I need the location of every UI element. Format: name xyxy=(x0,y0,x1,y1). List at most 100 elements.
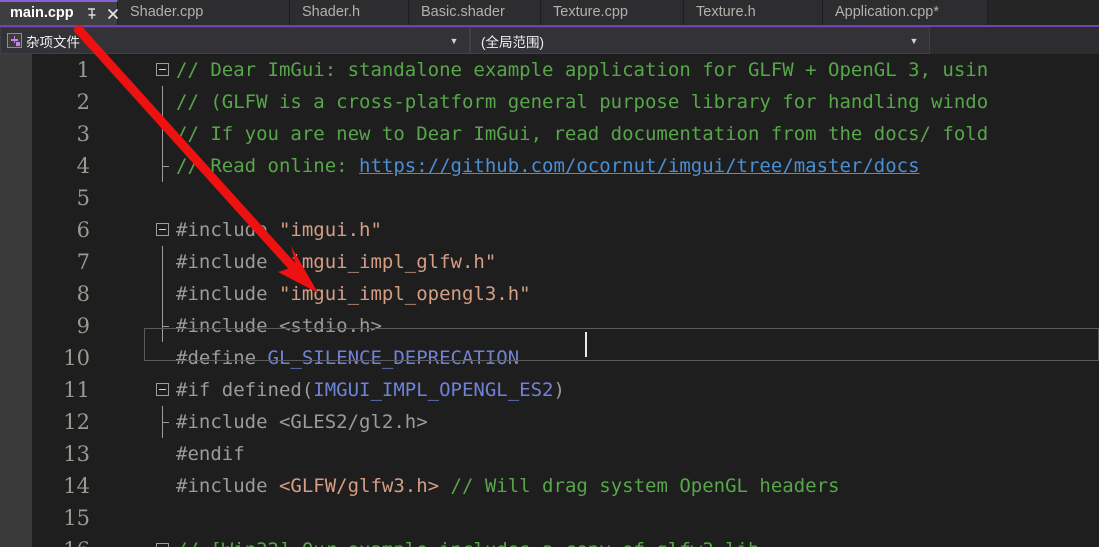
code-editor[interactable]: 1 // Dear ImGui: standalone example appli… xyxy=(0,54,1099,547)
editor-tab-main-cpp[interactable]: main.cpp xyxy=(0,0,118,25)
token-pre: <stdio.h> xyxy=(278,315,382,337)
editor-tab-basic-shader[interactable]: Basic.shader xyxy=(409,0,541,25)
collapse-minus-icon[interactable] xyxy=(154,534,176,547)
code-line-4[interactable]: 4 // Read online: https://github.com/ocor… xyxy=(32,150,1099,182)
code-line-13[interactable]: 13 #endif xyxy=(32,438,1099,470)
tab-label: Application.cpp* xyxy=(835,4,939,21)
token-pre: #include xyxy=(176,283,279,305)
code-text: // Read online: https://github.com/ocorn… xyxy=(176,150,920,182)
tab-icon-group xyxy=(84,7,120,21)
pin-icon[interactable] xyxy=(84,7,98,21)
editor-tab-shader-h[interactable]: Shader.h xyxy=(290,0,409,25)
code-line-12[interactable]: 12 #include <GLES2/gl2.h> xyxy=(32,406,1099,438)
code-text-area[interactable]: 1 // Dear ImGui: standalone example appli… xyxy=(32,54,1099,547)
line-number: 13 xyxy=(63,442,90,466)
line-number: 2 xyxy=(76,90,90,114)
token-pre: #endif xyxy=(176,443,245,465)
code-line-9[interactable]: 9 #include <stdio.h> xyxy=(32,310,1099,342)
tab-label: Texture.cpp xyxy=(553,4,628,21)
code-text: // [Win32] Our example includes a copy o… xyxy=(176,534,759,547)
outline-guide-line xyxy=(154,278,176,310)
token-link[interactable]: https://github.com/ocornut/imgui/tree/ma… xyxy=(359,155,920,177)
code-text: #define GL_SILENCE_DEPRECATION xyxy=(176,342,519,374)
code-line-7[interactable]: 7 #include "imgui_impl_glfw.h" xyxy=(32,246,1099,278)
outline-guide-line xyxy=(154,86,176,118)
line-number: 14 xyxy=(63,474,90,498)
code-line-5[interactable]: 5 xyxy=(32,182,1099,214)
outline-guide-line-end xyxy=(154,310,176,342)
editor-tab-application-cpp-[interactable]: Application.cpp* xyxy=(823,0,988,25)
selection-track-margin xyxy=(0,54,32,547)
collapse-minus-icon[interactable] xyxy=(154,374,176,406)
collapse-minus-icon[interactable] xyxy=(154,214,176,246)
token-pre: #include xyxy=(176,315,279,337)
text-caret xyxy=(585,332,587,357)
navigation-bar: 杂项文件 ▼ (全局范围) ▼ xyxy=(0,27,1099,54)
token-mac: GL_SILENCE_DEPRECATION xyxy=(267,347,520,369)
line-number: 12 xyxy=(63,410,90,434)
line-number: 4 xyxy=(76,154,90,178)
glyph-empty xyxy=(154,438,176,470)
token-cmt: // Will drag system OpenGL headers xyxy=(439,475,840,497)
code-text: #if defined(IMGUI_IMPL_OPENGL_ES2) xyxy=(176,374,565,406)
token-pre: #include xyxy=(176,475,279,497)
token-cmt: // If you are new to Dear ImGui, read do… xyxy=(176,123,989,145)
line-number: 15 xyxy=(63,506,90,530)
line-number: 7 xyxy=(76,250,90,274)
code-text: #include <stdio.h> xyxy=(176,310,382,342)
outline-guide-line xyxy=(154,246,176,278)
member-scope-value: (全局范围) xyxy=(481,34,544,50)
token-cmt: // Dear ImGui: standalone example applic… xyxy=(176,59,989,81)
editor-tab-texture-h[interactable]: Texture.h xyxy=(684,0,823,25)
line-number: 10 xyxy=(63,346,90,370)
token-mac: IMGUI_IMPL_OPENGL_ES2 xyxy=(313,379,554,401)
token-str: "imgui.h" xyxy=(278,219,382,241)
code-text: #include "imgui.h" xyxy=(176,214,382,246)
code-line-8[interactable]: 8 #include "imgui_impl_opengl3.h" xyxy=(32,278,1099,310)
collapse-minus-icon[interactable] xyxy=(154,54,176,86)
tab-label: main.cpp xyxy=(10,5,74,22)
token-cmt: // Read online: xyxy=(176,155,360,177)
line-number: 11 xyxy=(63,378,90,402)
project-scope-value: 杂项文件 xyxy=(26,34,80,50)
token-str: <GLFW/glfw3.h> xyxy=(278,475,440,497)
glyph-empty xyxy=(154,182,176,214)
token-pre: <GLES2/gl2.h> xyxy=(278,411,428,433)
code-line-11[interactable]: 11 #if defined(IMGUI_IMPL_OPENGL_ES2) xyxy=(32,374,1099,406)
tab-label: Shader.cpp xyxy=(130,4,204,21)
line-number: 1 xyxy=(76,58,90,82)
close-icon[interactable] xyxy=(106,7,120,21)
glyph-empty xyxy=(154,342,176,374)
editor-tab-shader-cpp[interactable]: Shader.cpp xyxy=(118,0,290,25)
code-line-6[interactable]: 6 #include "imgui.h" xyxy=(32,214,1099,246)
chevron-down-icon[interactable]: ▼ xyxy=(445,36,469,46)
code-line-16[interactable]: 16 // [Win32] Our example includes a copy… xyxy=(32,534,1099,547)
code-line-2[interactable]: 2 // (GLFW is a cross-platform general pu… xyxy=(32,86,1099,118)
line-number: 3 xyxy=(76,122,90,146)
outline-guide-line xyxy=(154,118,176,150)
token-pre: ) xyxy=(553,379,565,401)
code-text: // If you are new to Dear ImGui, read do… xyxy=(176,118,988,150)
tab-label: Texture.h xyxy=(696,4,756,21)
token-cmt: // (GLFW is a cross-platform general pur… xyxy=(176,91,989,113)
token-pre: #define xyxy=(176,347,268,369)
glyph-empty xyxy=(154,502,176,534)
code-line-15[interactable]: 15 xyxy=(32,502,1099,534)
cpp-project-icon xyxy=(7,33,22,48)
code-text: #endif xyxy=(176,438,245,470)
code-line-3[interactable]: 3 // If you are new to Dear ImGui, read d… xyxy=(32,118,1099,150)
outline-guide-line-end xyxy=(154,150,176,182)
member-scope-dropdown[interactable]: (全局范围) ▼ xyxy=(470,27,930,54)
token-pre: #include xyxy=(176,411,279,433)
code-line-1[interactable]: 1 // Dear ImGui: standalone example appli… xyxy=(32,54,1099,86)
line-number: 16 xyxy=(32,534,90,547)
project-scope-dropdown[interactable]: 杂项文件 ▼ xyxy=(0,27,470,54)
code-line-14[interactable]: 14 #include <GLFW/glfw3.h> // Will drag s… xyxy=(32,470,1099,502)
chevron-down-icon[interactable]: ▼ xyxy=(905,36,929,46)
outline-guide-line-end xyxy=(154,406,176,438)
editor-tab-texture-cpp[interactable]: Texture.cpp xyxy=(541,0,684,25)
code-line-10[interactable]: 10 #define GL_SILENCE_DEPRECATION xyxy=(32,342,1099,374)
line-number: 6 xyxy=(76,218,90,242)
tab-bar-filler xyxy=(988,0,1099,25)
code-text: #include "imgui_impl_opengl3.h" xyxy=(176,278,531,310)
